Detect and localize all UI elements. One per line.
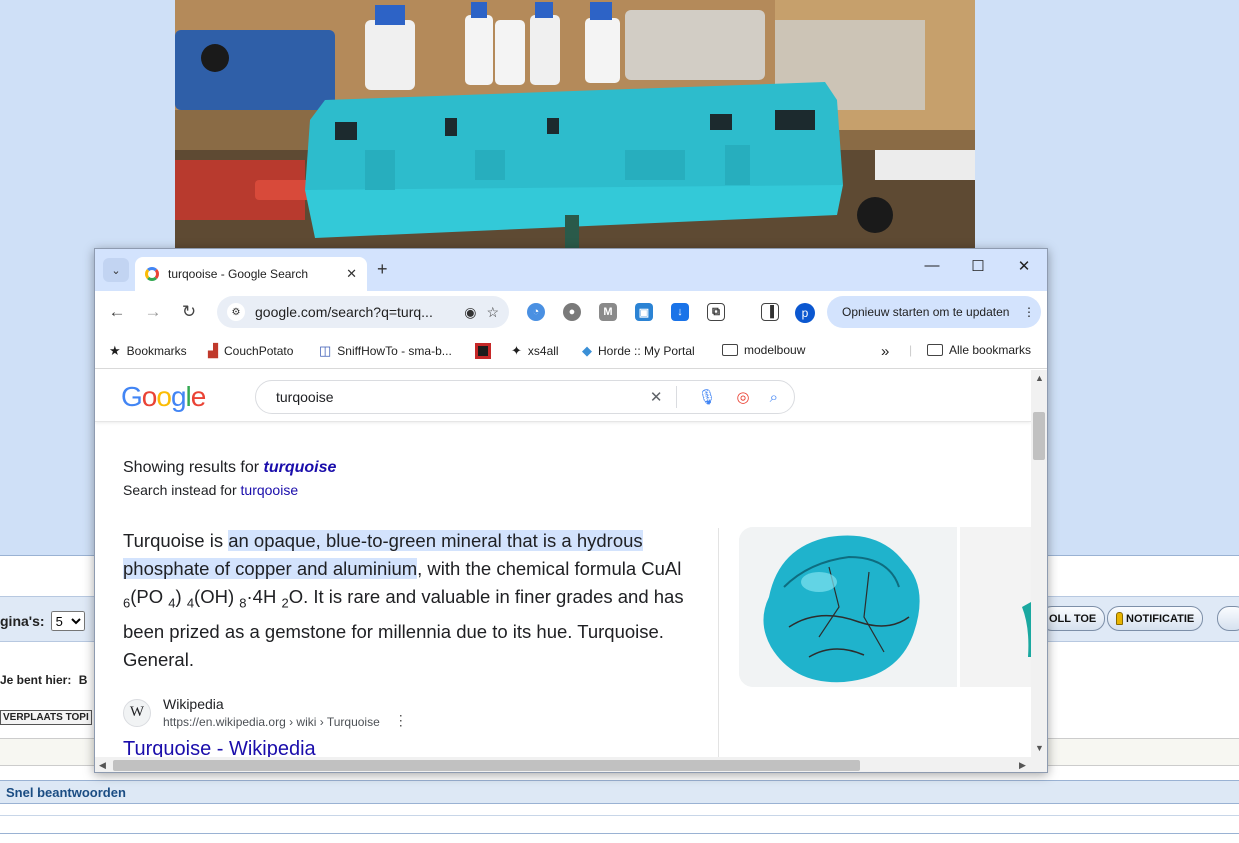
xs4all-icon: ✦ <box>511 343 522 358</box>
corrected-query-link[interactable]: turquoise <box>264 459 337 476</box>
update-button[interactable]: Opnieuw starten om te updaten ⋮ <box>827 296 1041 328</box>
more-button[interactable] <box>1217 606 1239 631</box>
bookmark-separator: | <box>909 343 913 357</box>
quick-reply-header[interactable]: Snel beantwoorden <box>0 780 1239 804</box>
close-icon[interactable]: ✕ <box>346 266 357 282</box>
search-result-source[interactable]: W Wikipedia https://en.wikipedia.org › w… <box>123 696 408 729</box>
star-icon[interactable]: ☆ <box>486 304 499 321</box>
scroll-down-icon[interactable]: ▼ <box>1035 743 1044 753</box>
new-tab-button[interactable]: + <box>377 259 388 280</box>
search-instead: Search instead for turqooise <box>123 482 299 498</box>
divider <box>0 815 1239 816</box>
extension-m-icon[interactable]: M <box>599 303 617 321</box>
extension-clock-icon[interactable]: ◔ <box>527 303 545 321</box>
eye-off-icon[interactable]: ◉ <box>464 304 476 321</box>
featured-snippet: Turquoise is an opaque, blue-to-green mi… <box>123 530 684 670</box>
google-header: Google turqooise ✕ 🎙 ◎ ⌕ <box>95 370 1031 422</box>
search-icon[interactable]: ⌕ <box>770 389 778 406</box>
bookmark-horde[interactable]: ◆ Horde :: My Portal <box>582 343 695 359</box>
extensions-puzzle-icon[interactable]: ⧉ <box>707 303 725 321</box>
pages-dropdown[interactable]: 5 <box>50 611 85 631</box>
logo-letter: o <box>156 381 172 412</box>
close-window-button[interactable]: ✕ <box>1009 257 1039 275</box>
divider <box>718 528 719 757</box>
logo-letter: o <box>141 381 158 412</box>
google-logo[interactable]: Google <box>121 381 207 413</box>
scroll-left-icon[interactable]: ◀ <box>99 760 106 771</box>
page-content: Google turqooise ✕ 🎙 ◎ ⌕ Showing results… <box>95 370 1031 757</box>
red-square-icon <box>475 343 491 359</box>
tab-title: turqooise - Google Search <box>168 267 309 281</box>
result-title-link[interactable]: Turquoise - Wikipedia <box>123 738 316 757</box>
divider <box>0 833 1239 834</box>
star-icon: ★ <box>109 343 121 358</box>
extension-download-icon[interactable]: ↓ <box>671 303 689 321</box>
url-text: google.com/search?q=turq... <box>255 304 433 320</box>
back-button[interactable]: ← <box>107 302 127 322</box>
minimize-button[interactable]: — <box>917 257 947 274</box>
browser-window: ⌄ turqooise - Google Search ✕ + — ☐ ✕ ← … <box>94 248 1048 773</box>
more-bookmarks-button[interactable]: » <box>881 343 889 360</box>
profile-avatar[interactable]: p <box>795 303 815 323</box>
microphone-icon[interactable]: 🎙 <box>697 388 716 406</box>
vertical-scroll-thumb[interactable] <box>1033 412 1045 460</box>
pages-label: gina's: <box>0 613 45 629</box>
bookmarks-bar: ★ Bookmarks ▟ CouchPotato ◫ SniffHowTo -… <box>95 333 1047 369</box>
spelling-correction: Showing results for turquoise <box>123 459 337 476</box>
clear-icon[interactable]: ✕ <box>650 388 663 406</box>
locomotive-photo <box>175 0 975 248</box>
tab-google-search[interactable]: turqooise - Google Search ✕ <box>135 257 367 291</box>
folder-icon <box>927 344 943 356</box>
bookmark-xs4all[interactable]: ✦ xs4all <box>511 343 559 359</box>
breadcrumb: Je bent hier: B <box>0 673 88 687</box>
search-input[interactable]: turqooise <box>276 389 630 405</box>
extension-circle-icon[interactable]: ● <box>563 303 581 321</box>
browser-toolbar: ← → ↻ ⚙ google.com/search?q=turq... ◉ ☆ … <box>95 291 1047 333</box>
more-vert-icon[interactable]: ⋮ <box>394 712 408 729</box>
original-query-link[interactable]: turqooise <box>241 482 299 498</box>
extension-image-icon[interactable]: ▣ <box>635 303 653 321</box>
bookmark-sniffhowto[interactable]: ◫ SniffHowTo - sma-b... <box>319 343 452 359</box>
tab-search-button[interactable]: ⌄ <box>103 258 129 282</box>
couchpotato-icon: ▟ <box>208 343 218 358</box>
source-url: https://en.wikipedia.org › wiki › Turquo… <box>163 715 380 729</box>
google-favicon-icon <box>145 267 159 281</box>
reload-button[interactable]: ↻ <box>179 302 199 322</box>
chevron-down-icon: ⌄ <box>111 264 121 277</box>
lens-icon[interactable]: ◎ <box>737 388 750 406</box>
logo-letter: e <box>190 381 207 412</box>
scroll-right-icon[interactable]: ▶ <box>1019 760 1026 771</box>
all-bookmarks-folder[interactable]: Alle bookmarks <box>927 343 1031 357</box>
side-panel-icon[interactable]: ▐ <box>761 303 779 321</box>
maximize-button[interactable]: ☐ <box>963 257 993 275</box>
logo-letter: G <box>121 381 143 412</box>
source-name: Wikipedia <box>163 696 224 712</box>
wikipedia-icon: W <box>123 698 151 727</box>
notification-button[interactable]: NOTIFICATIE <box>1107 606 1204 631</box>
bookmark-modelbouw[interactable]: modelbouw <box>722 343 805 357</box>
search-box[interactable]: turqooise ✕ 🎙 ◎ ⌕ <box>255 380 795 414</box>
forward-button[interactable]: → <box>143 302 163 322</box>
horizontal-scroll-thumb[interactable] <box>113 760 860 771</box>
address-bar[interactable]: ⚙ google.com/search?q=turq... ◉ ☆ <box>217 296 509 328</box>
site-settings-icon[interactable]: ⚙ <box>227 303 245 321</box>
bookmark-red[interactable] <box>475 343 491 359</box>
logo-letter: g <box>170 381 187 412</box>
bookmark-couchpotato[interactable]: ▟ CouchPotato <box>208 343 293 359</box>
follow-button[interactable]: OLL TOE <box>1040 606 1106 631</box>
pages-selector: gina's: 5 <box>0 611 85 631</box>
title-bar: ⌄ turqooise - Google Search ✕ + — ☐ ✕ <box>95 249 1047 291</box>
horde-icon: ◆ <box>582 343 592 358</box>
bell-icon <box>1116 612 1123 625</box>
turquoise-image[interactable] <box>739 527 957 687</box>
more-vert-icon[interactable]: ⋮ <box>1023 305 1035 319</box>
folder-icon <box>722 344 738 356</box>
turquoise-image-2[interactable] <box>960 527 1031 687</box>
move-topic-button[interactable]: VERPLAATS TOPI <box>0 710 92 725</box>
divider <box>676 386 678 408</box>
scroll-up-icon[interactable]: ▲ <box>1035 373 1044 383</box>
sniffhowto-icon: ◫ <box>319 343 332 358</box>
bookmark-bookmarks[interactable]: ★ Bookmarks <box>109 343 187 359</box>
